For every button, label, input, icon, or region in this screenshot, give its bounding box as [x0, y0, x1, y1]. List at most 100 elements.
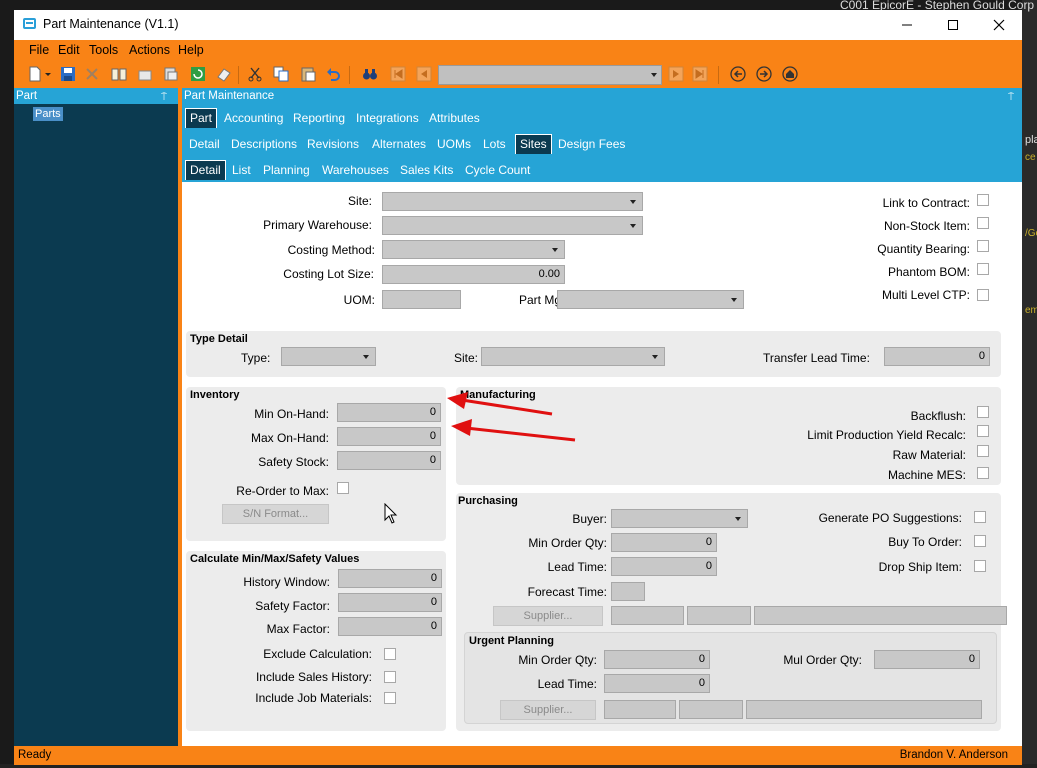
- supplier-site-field[interactable]: [687, 606, 751, 625]
- home-icon[interactable]: [782, 66, 798, 82]
- exclude-calculation-checkbox[interactable]: [384, 648, 396, 660]
- close-button[interactable]: [976, 10, 1022, 40]
- sn-format-button[interactable]: S/N Format...: [222, 504, 329, 524]
- supplier-button[interactable]: Supplier...: [493, 606, 603, 626]
- urgent-min-order-qty-field[interactable]: 0: [604, 650, 710, 669]
- min-on-hand-field[interactable]: 0: [337, 403, 441, 422]
- new-icon[interactable]: [27, 66, 43, 82]
- tab-site-detail[interactable]: Detail: [185, 160, 226, 180]
- record-navigator-combo[interactable]: [438, 65, 662, 85]
- primary-warehouse-combo[interactable]: [382, 216, 643, 235]
- safety-stock-field[interactable]: 0: [337, 451, 441, 470]
- lead-time-field[interactable]: 0: [611, 557, 717, 576]
- buyer-combo[interactable]: [611, 509, 748, 528]
- new-dropdown-icon[interactable]: [44, 66, 52, 82]
- urgent-supplier-name-field[interactable]: [746, 700, 982, 719]
- urgent-lead-time-field[interactable]: 0: [604, 674, 710, 693]
- tree-item-parts[interactable]: Parts: [33, 107, 63, 121]
- tab-descriptions[interactable]: Descriptions: [227, 134, 301, 154]
- phantom-bom-checkbox[interactable]: [977, 263, 989, 275]
- include-sales-history-checkbox[interactable]: [384, 671, 396, 683]
- limit-yield-checkbox[interactable]: [977, 425, 989, 437]
- max-factor-field[interactable]: 0: [338, 617, 442, 636]
- supplier-name-field[interactable]: [754, 606, 1007, 625]
- previous-record-icon[interactable]: [416, 66, 432, 82]
- save-icon[interactable]: [60, 66, 76, 82]
- costing-lot-size-field[interactable]: 0.00: [382, 265, 565, 284]
- open-book-icon[interactable]: [111, 66, 127, 82]
- quantity-bearing-checkbox[interactable]: [977, 240, 989, 252]
- machine-mes-checkbox[interactable]: [977, 467, 989, 479]
- tab-revisions[interactable]: Revisions: [303, 134, 363, 154]
- print-icon[interactable]: [163, 66, 179, 82]
- tab-integrations[interactable]: Integrations: [352, 108, 423, 128]
- tab-warehouses[interactable]: Warehouses: [318, 160, 393, 180]
- type-site-combo[interactable]: [481, 347, 665, 366]
- clear-icon[interactable]: [216, 66, 232, 82]
- tab-uoms[interactable]: UOMs: [433, 134, 475, 154]
- reorder-to-max-checkbox[interactable]: [337, 482, 349, 494]
- site-combo[interactable]: [382, 192, 643, 211]
- forecast-time-field[interactable]: [611, 582, 645, 601]
- min-order-qty-field[interactable]: 0: [611, 533, 717, 552]
- raw-material-checkbox[interactable]: [977, 445, 989, 457]
- urgent-supplier-button[interactable]: Supplier...: [500, 700, 596, 720]
- tab-cycle-count[interactable]: Cycle Count: [461, 160, 534, 180]
- copy-icon[interactable]: [273, 66, 289, 82]
- menu-actions[interactable]: Actions: [129, 43, 170, 57]
- refresh-icon[interactable]: [190, 66, 206, 82]
- delete-icon[interactable]: [84, 66, 100, 82]
- multi-level-ctp-checkbox[interactable]: [977, 289, 989, 301]
- urgent-min-order-qty-label: Min Order Qty:: [518, 653, 597, 667]
- menu-help[interactable]: Help: [178, 43, 204, 57]
- forward-icon[interactable]: [756, 66, 772, 82]
- drop-ship-checkbox[interactable]: [974, 560, 986, 572]
- paste-icon[interactable]: [300, 66, 316, 82]
- max-on-hand-field[interactable]: 0: [337, 427, 441, 446]
- safety-factor-field[interactable]: 0: [338, 593, 442, 612]
- uom-field[interactable]: [382, 290, 461, 309]
- menu-tools[interactable]: Tools: [89, 43, 118, 57]
- urgent-supplier-site-field[interactable]: [679, 700, 743, 719]
- cut-icon[interactable]: [247, 66, 263, 82]
- last-record-icon[interactable]: [692, 66, 708, 82]
- generate-po-checkbox[interactable]: [974, 511, 986, 523]
- tab-design-fees[interactable]: Design Fees: [554, 134, 629, 154]
- backflush-checkbox[interactable]: [977, 406, 989, 418]
- minimize-button[interactable]: [884, 10, 930, 40]
- next-record-icon[interactable]: [668, 66, 684, 82]
- tab-attributes[interactable]: Attributes: [425, 108, 484, 128]
- menu-edit[interactable]: Edit: [58, 43, 80, 57]
- tab-lots[interactable]: Lots: [479, 134, 510, 154]
- non-stock-item-checkbox[interactable]: [977, 217, 989, 229]
- attachment-icon[interactable]: [137, 66, 153, 82]
- back-icon[interactable]: [730, 66, 746, 82]
- history-window-field[interactable]: 0: [338, 569, 442, 588]
- transfer-lead-time-field[interactable]: 0: [884, 347, 990, 366]
- type-combo[interactable]: [281, 347, 376, 366]
- first-record-icon[interactable]: [390, 66, 406, 82]
- undo-icon[interactable]: [325, 66, 341, 82]
- binoculars-icon[interactable]: [362, 66, 378, 82]
- part-mgr-combo[interactable]: [557, 290, 744, 309]
- costing-method-combo[interactable]: [382, 240, 565, 259]
- mul-order-qty-field[interactable]: 0: [874, 650, 980, 669]
- tree-panel: Parts: [14, 104, 178, 746]
- tab-part[interactable]: Part: [185, 108, 218, 128]
- tab-accounting[interactable]: Accounting: [220, 108, 287, 128]
- tab-planning[interactable]: Planning: [259, 160, 314, 180]
- tab-alternates[interactable]: Alternates: [368, 134, 430, 154]
- costing-lot-size-label: Costing Lot Size:: [283, 267, 374, 281]
- include-job-materials-checkbox[interactable]: [384, 692, 396, 704]
- tab-sites[interactable]: Sites: [515, 134, 552, 154]
- link-to-contract-checkbox[interactable]: [977, 194, 989, 206]
- tab-detail[interactable]: Detail: [185, 134, 224, 154]
- buy-to-order-checkbox[interactable]: [974, 535, 986, 547]
- supplier-id-field[interactable]: [611, 606, 684, 625]
- maximize-button[interactable]: [930, 10, 976, 40]
- tab-reporting[interactable]: Reporting: [289, 108, 349, 128]
- urgent-supplier-id-field[interactable]: [604, 700, 676, 719]
- menu-file[interactable]: File: [29, 43, 49, 57]
- tab-sales-kits[interactable]: Sales Kits: [396, 160, 457, 180]
- tab-list[interactable]: List: [228, 160, 255, 180]
